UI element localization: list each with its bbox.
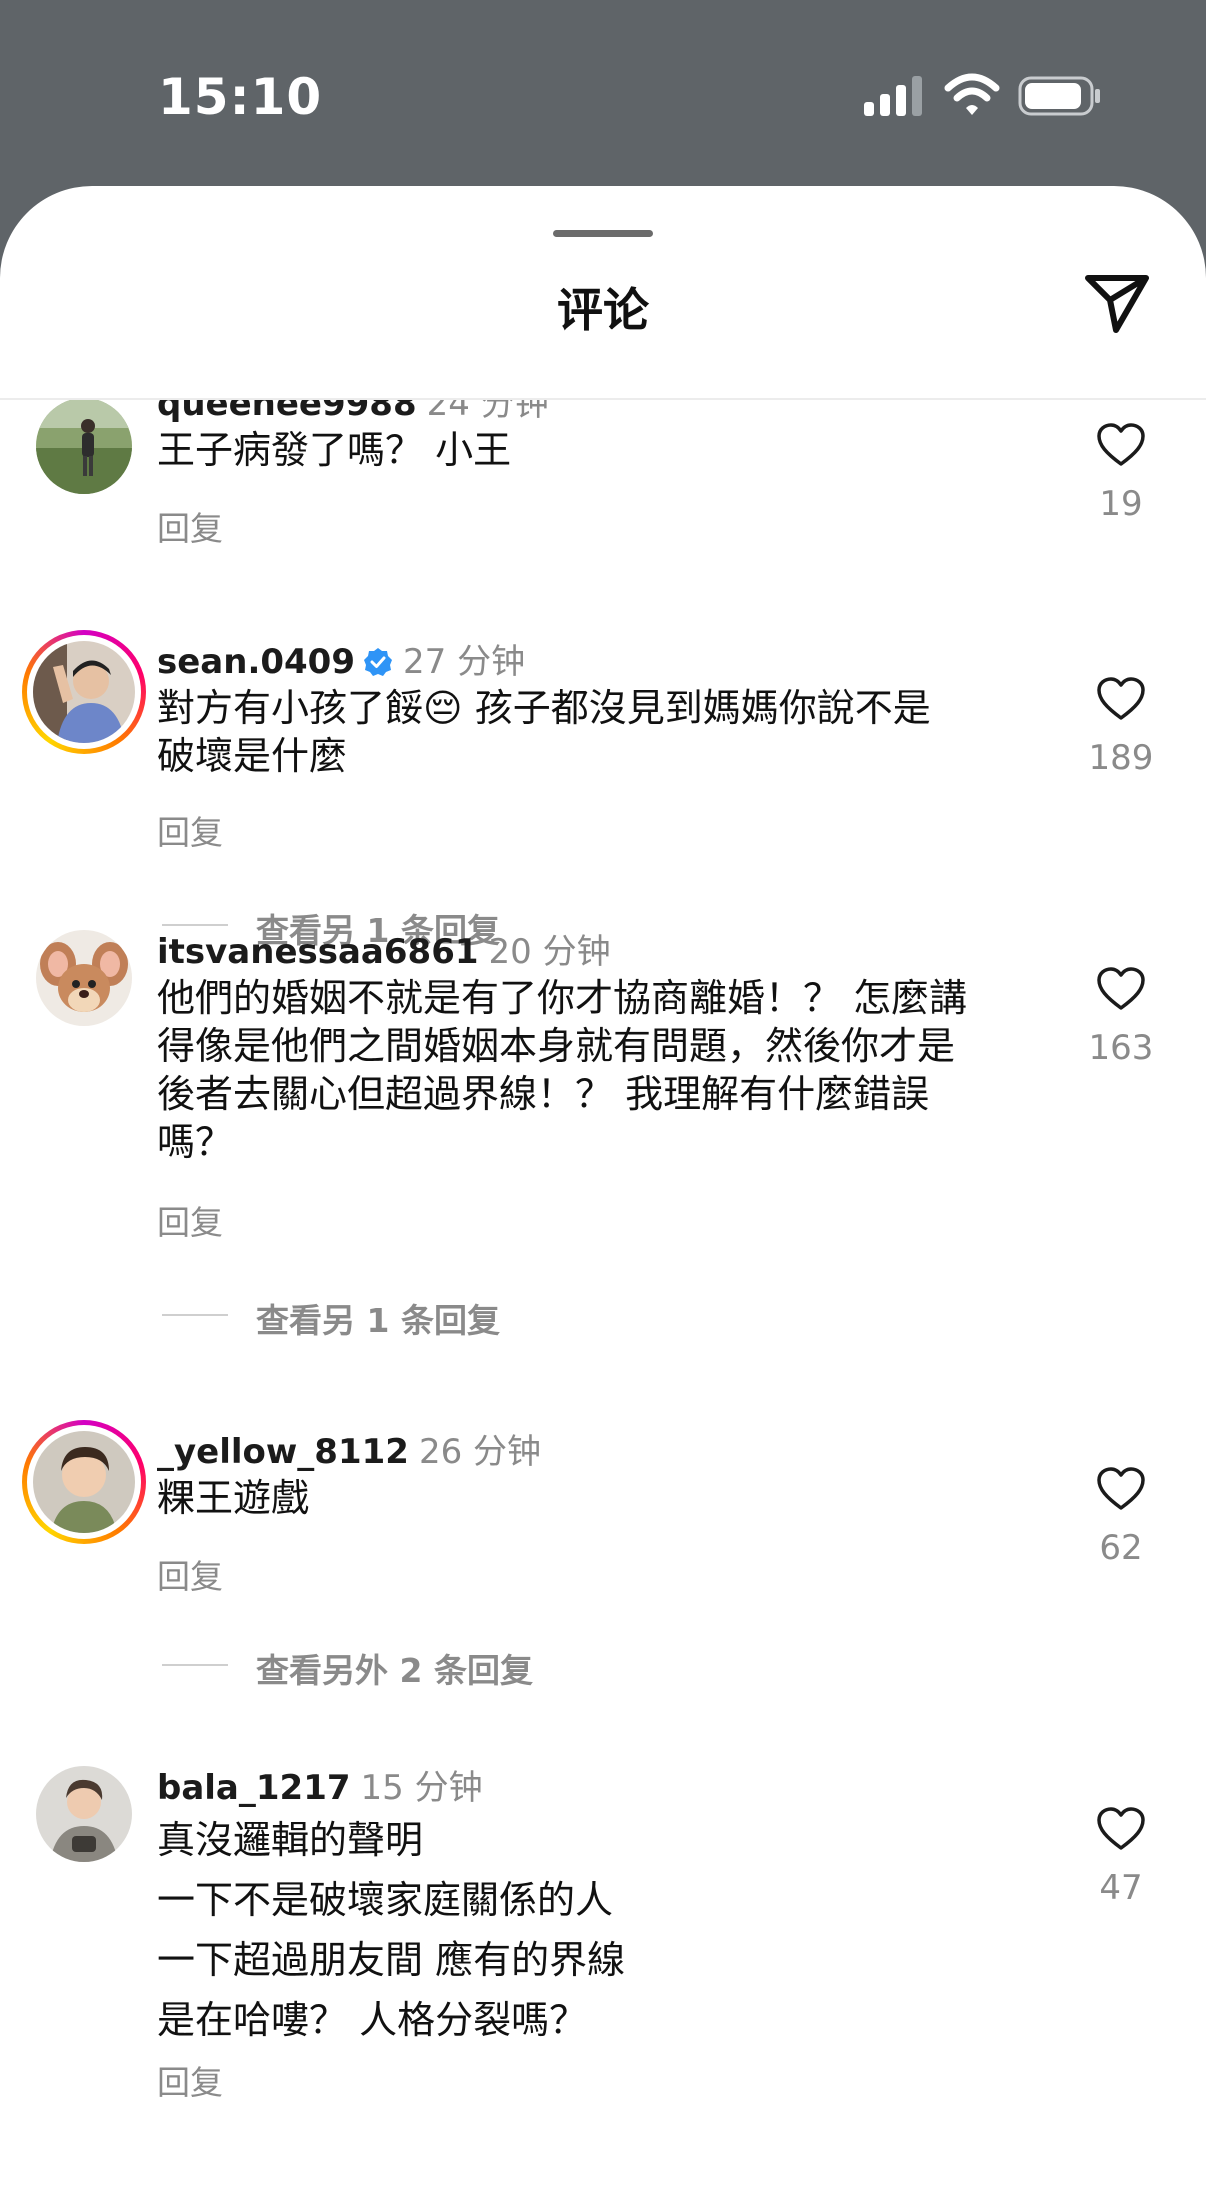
comment-meta: sean.0409 27 分钟 — [157, 634, 525, 683]
comment-line: 後者去關心但超過界線！？ 我理解有什麼錯誤 — [157, 1072, 930, 1116]
comment-meta: queenee9988 24 分钟 — [157, 400, 549, 425]
avatar-photo — [33, 1431, 135, 1533]
replies-divider-line — [162, 1314, 228, 1316]
comment-text: 對方有小孩了餒😔 孩子都沒見到媽媽你說不是 破壞是什麼 — [157, 684, 1037, 780]
timestamp: 27 分钟 — [403, 642, 526, 682]
comment-line: 一下不是破壞家庭關係的人 — [157, 1878, 614, 1922]
username[interactable]: sean.0409 — [157, 642, 355, 682]
reply-button[interactable]: 回复 — [157, 502, 223, 550]
comment-line: 對方有小孩了餒😔 孩子都沒見到媽媽你說不是 — [157, 686, 931, 730]
status-bar: 15:10 — [0, 0, 1206, 186]
heart-icon[interactable] — [1096, 422, 1146, 468]
comment-line: 破壞是什麼 — [157, 734, 348, 778]
like-count: 47 — [1099, 1868, 1143, 1908]
comment-line: 一下超過朋友間 應有的界線 — [157, 1938, 626, 1982]
timestamp: 20 分钟 — [488, 932, 611, 972]
cellular-signal-icon — [864, 76, 922, 116]
replies-divider-line — [162, 1664, 228, 1666]
comment-line: 他們的婚姻不就是有了你才協商離婚！？ 怎麼講 — [157, 976, 968, 1020]
avatar[interactable] — [36, 400, 132, 494]
heart-icon[interactable] — [1096, 676, 1146, 722]
comment-line: 真沒邏輯的聲明 — [157, 1818, 424, 1862]
avatar[interactable] — [22, 630, 146, 754]
comment-text: 他們的婚姻不就是有了你才協商離婚！？ 怎麼講 得像是他們之間婚姻本身就有問題，然… — [157, 974, 1037, 1166]
avatar-photo — [36, 1766, 132, 1862]
reply-button[interactable]: 回复 — [157, 2056, 223, 2104]
drag-handle[interactable] — [553, 230, 653, 237]
avatar-photo — [36, 400, 132, 494]
username[interactable]: bala_1217 — [157, 1768, 351, 1808]
comment-meta: bala_1217 15 分钟 — [157, 1760, 483, 1809]
comment-meta: itsvanessaa6861 20 分钟 — [157, 924, 611, 973]
comment-text: 王子病發了嗎？ 小王 — [157, 426, 1037, 474]
avatar[interactable] — [36, 1766, 132, 1862]
comment-line: 嗎？ — [157, 1120, 234, 1164]
sheet-title: 评论 — [557, 283, 649, 337]
comment-text: 真沒邏輯的聲明 一下不是破壞家庭關係的人 一下超過朋友間 應有的界線 是在哈嘍？… — [157, 1810, 1037, 2050]
avatar[interactable] — [22, 1420, 146, 1544]
view-replies-label: 查看另外 2 条回复 — [256, 1651, 533, 1690]
like-count: 19 — [1099, 484, 1143, 524]
comment-meta: _yellow_8112 26 分钟 — [157, 1424, 541, 1473]
username[interactable]: _yellow_8112 — [157, 1432, 409, 1472]
timestamp: 15 分钟 — [360, 1768, 483, 1808]
like-count: 163 — [1088, 1028, 1154, 1068]
avatar-photo — [33, 641, 135, 743]
timestamp: 26 分钟 — [418, 1432, 542, 1472]
comment-line: 是在哈嘍？ 人格分裂嗎？ — [157, 1998, 588, 2042]
view-replies-label: 查看另 1 条回复 — [256, 1301, 500, 1340]
avatar-photo — [36, 930, 132, 1026]
username[interactable]: itsvanessaa6861 — [157, 932, 479, 972]
comments-sheet: 评论 queenee9988 24 分钟 王子病發了嗎？ 小王 回复 19 se… — [0, 186, 1206, 2190]
reply-button[interactable]: 回复 — [157, 806, 223, 854]
comment-list: queenee9988 24 分钟 王子病發了嗎？ 小王 回复 19 sean.… — [0, 400, 1206, 2190]
comment-line: 得像是他們之間婚姻本身就有問題，然後你才是 — [157, 1024, 956, 1068]
wifi-icon — [944, 73, 1000, 115]
send-icon[interactable] — [1082, 270, 1152, 336]
reply-button[interactable]: 回复 — [157, 1196, 223, 1244]
like-count: 189 — [1088, 738, 1154, 778]
heart-icon[interactable] — [1096, 966, 1146, 1012]
verified-badge-icon — [364, 648, 392, 676]
reply-button[interactable]: 回复 — [157, 1550, 223, 1598]
like-count: 62 — [1099, 1528, 1143, 1568]
comment-text: 粿王遊戲 — [157, 1474, 1037, 1522]
heart-icon[interactable] — [1096, 1806, 1146, 1852]
battery-icon — [1018, 76, 1100, 116]
avatar[interactable] — [36, 930, 132, 1026]
username[interactable]: queenee9988 — [157, 400, 417, 424]
comment-line: 王子病發了嗎？ 小王 — [157, 428, 512, 472]
heart-icon[interactable] — [1096, 1466, 1146, 1512]
comment-line: 粿王遊戲 — [157, 1476, 310, 1520]
status-time: 15:10 — [158, 68, 323, 126]
timestamp: 24 分钟 — [426, 400, 549, 424]
